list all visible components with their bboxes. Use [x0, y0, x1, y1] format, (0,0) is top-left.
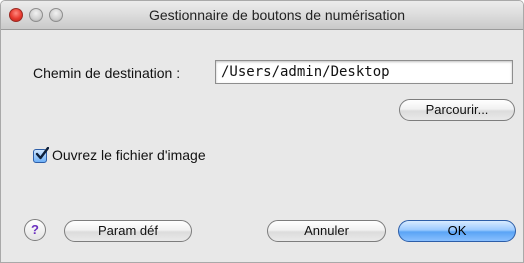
ok-button[interactable]: OK — [398, 220, 516, 242]
cancel-button[interactable]: Annuler — [267, 220, 386, 242]
open-image-checkbox[interactable] — [33, 147, 49, 163]
defaults-button[interactable]: Param déf — [64, 220, 192, 242]
dialog-window: Gestionnaire de boutons de numérisation … — [0, 0, 524, 263]
checkmark-icon — [35, 147, 49, 160]
destination-path-label: Chemin de destination : — [33, 65, 181, 81]
title-bar[interactable]: Gestionnaire de boutons de numérisation — [1, 1, 523, 30]
destination-path-field[interactable]: /Users/admin/Desktop — [215, 60, 513, 84]
open-image-label[interactable]: Ouvrez le fichier d'image — [52, 147, 206, 163]
question-mark-icon[interactable]: ? — [24, 219, 46, 241]
browse-button[interactable]: Parcourir... — [399, 99, 515, 121]
window-title: Gestionnaire de boutons de numérisation — [148, 7, 406, 23]
